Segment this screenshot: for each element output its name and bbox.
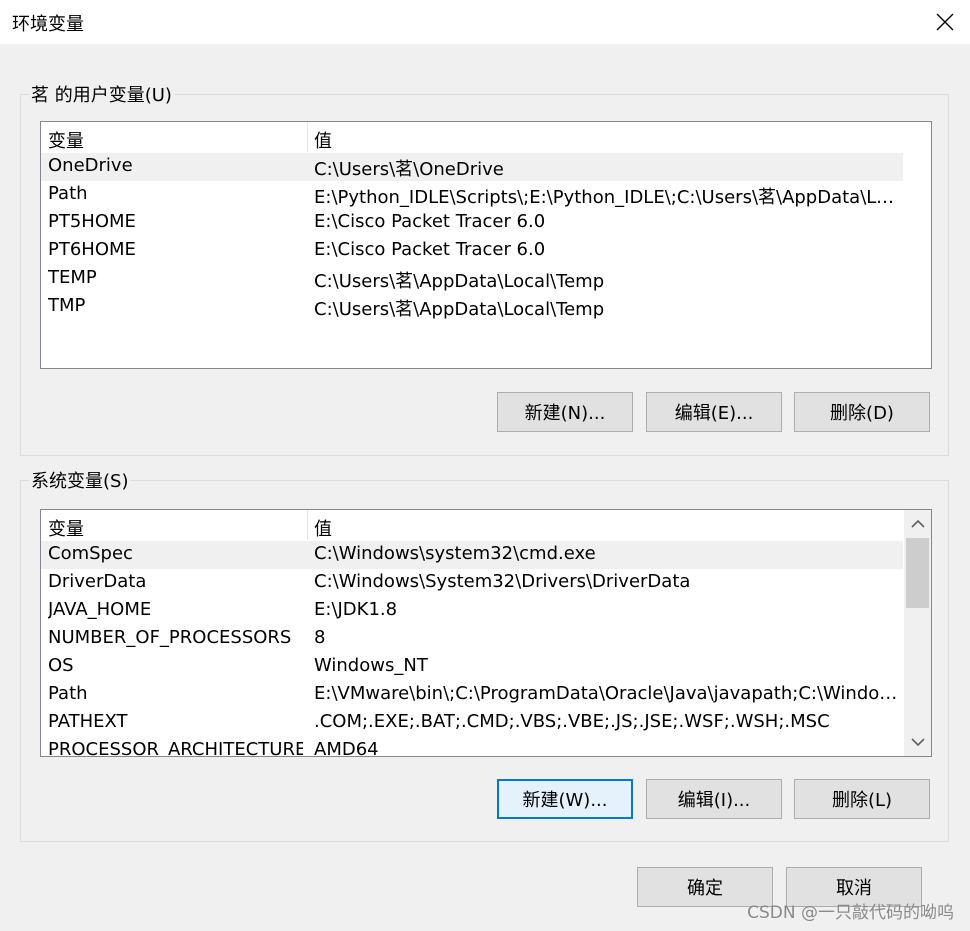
- list-header: 变量 值: [41, 122, 931, 153]
- table-row[interactable]: Path E:\VMware\bin\;C:\ProgramData\Oracl…: [41, 681, 903, 709]
- column-separator[interactable]: [307, 122, 308, 152]
- variable-name: ComSpec: [48, 543, 133, 564]
- variable-value: E:\JDK1.8: [314, 599, 398, 620]
- table-row[interactable]: OS Windows_NT: [41, 653, 903, 681]
- scrollbar-thumb[interactable]: [906, 538, 929, 608]
- variable-value: Windows_NT: [314, 655, 428, 676]
- variable-value: E:\Cisco Packet Tracer 6.0: [314, 239, 546, 260]
- variable-name: PROCESSOR_ARCHITECTURE: [48, 739, 303, 757]
- variable-name: OS: [48, 655, 74, 676]
- system-variables-label: 系统变量(S): [29, 467, 131, 493]
- variable-name: PT5HOME: [48, 211, 136, 232]
- system-new-button[interactable]: 新建(W)...: [497, 779, 633, 819]
- watermark: CSDN @一只敲代码的呦呜: [747, 903, 954, 923]
- window-title: 环境变量: [12, 14, 84, 35]
- user-variables-label: 茗 的用户变量(U): [29, 81, 174, 107]
- system-delete-button[interactable]: 删除(L): [794, 779, 930, 819]
- variable-value: C:\Users\茗\AppData\Local\Temp: [314, 271, 605, 292]
- close-button[interactable]: [920, 0, 970, 44]
- user-variables-list[interactable]: 变量 值 OneDrive C:\Users\茗\OneDrive Path E…: [40, 121, 932, 369]
- table-row[interactable]: PT5HOME E:\Cisco Packet Tracer 6.0: [41, 209, 903, 237]
- column-header-variable[interactable]: 变量: [48, 515, 84, 541]
- variable-name: Path: [48, 683, 88, 704]
- scroll-down-button[interactable]: [904, 728, 931, 756]
- table-row[interactable]: TMP C:\Users\茗\AppData\Local\Temp: [41, 293, 903, 321]
- variable-name: DriverData: [48, 571, 147, 592]
- variable-value: C:\Windows\system32\cmd.exe: [314, 543, 596, 564]
- variable-name: PATHEXT: [48, 711, 128, 732]
- variable-name: TEMP: [48, 267, 97, 288]
- system-edit-button[interactable]: 编辑(I)...: [646, 779, 782, 819]
- table-row[interactable]: ComSpec C:\Windows\system32\cmd.exe: [41, 541, 903, 569]
- title-bar: 环境变量: [0, 0, 970, 44]
- variable-value: E:\VMware\bin\;C:\ProgramData\Oracle\Jav…: [314, 683, 900, 704]
- close-icon: [936, 13, 954, 31]
- table-row[interactable]: TEMP C:\Users\茗\AppData\Local\Temp: [41, 265, 903, 293]
- variable-name: NUMBER_OF_PROCESSORS: [48, 627, 292, 648]
- column-header-value[interactable]: 值: [314, 127, 332, 153]
- variable-name: JAVA_HOME: [48, 599, 152, 620]
- scroll-up-button[interactable]: [904, 510, 931, 538]
- table-row[interactable]: NUMBER_OF_PROCESSORS 8: [41, 625, 903, 653]
- variable-name: OneDrive: [48, 155, 133, 176]
- variable-value: 8: [314, 627, 326, 648]
- variable-value: AMD64: [314, 739, 379, 757]
- table-row[interactable]: DriverData C:\Windows\System32\Drivers\D…: [41, 569, 903, 597]
- variable-name: TMP: [48, 295, 86, 316]
- system-variables-group: 系统变量(S) 变量 值 ComSpec C:\Windows\system32…: [20, 467, 949, 842]
- table-row[interactable]: OneDrive C:\Users\茗\OneDrive: [41, 153, 903, 181]
- column-header-variable[interactable]: 变量: [48, 127, 84, 153]
- variable-name: PT6HOME: [48, 239, 136, 260]
- variable-value: E:\Cisco Packet Tracer 6.0: [314, 211, 546, 232]
- table-row[interactable]: PROCESSOR_ARCHITECTURE AMD64: [41, 737, 903, 757]
- variable-value: .COM;.EXE;.BAT;.CMD;.VBS;.VBE;.JS;.JSE;.…: [314, 711, 830, 732]
- user-variables-group: 茗 的用户变量(U) 变量 值 OneDrive C:\Users\茗\OneD…: [20, 81, 949, 456]
- list-header: 变量 值: [41, 510, 931, 541]
- vertical-scrollbar[interactable]: [904, 510, 931, 756]
- variable-value: E:\Python_IDLE\Scripts\;E:\Python_IDLE\;…: [314, 187, 900, 208]
- user-edit-button[interactable]: 编辑(E)...: [646, 392, 782, 432]
- variable-value: C:\Users\茗\AppData\Local\Temp: [314, 299, 605, 320]
- table-row[interactable]: JAVA_HOME E:\JDK1.8: [41, 597, 903, 625]
- user-new-button[interactable]: 新建(N)...: [497, 392, 633, 432]
- system-variables-list[interactable]: 变量 值 ComSpec C:\Windows\system32\cmd.exe…: [40, 509, 932, 757]
- column-header-value[interactable]: 值: [314, 515, 332, 541]
- column-separator[interactable]: [307, 510, 308, 540]
- table-row[interactable]: PATHEXT .COM;.EXE;.BAT;.CMD;.VBS;.VBE;.J…: [41, 709, 903, 737]
- variable-value: C:\Windows\System32\Drivers\DriverData: [314, 571, 691, 592]
- user-delete-button[interactable]: 删除(D): [794, 392, 930, 432]
- chevron-down-icon: [910, 738, 925, 747]
- variable-value: C:\Users\茗\OneDrive: [314, 159, 504, 180]
- variable-name: Path: [48, 183, 88, 204]
- table-row[interactable]: Path E:\Python_IDLE\Scripts\;E:\Python_I…: [41, 181, 903, 209]
- table-row[interactable]: PT6HOME E:\Cisco Packet Tracer 6.0: [41, 237, 903, 265]
- chevron-up-icon: [910, 519, 925, 528]
